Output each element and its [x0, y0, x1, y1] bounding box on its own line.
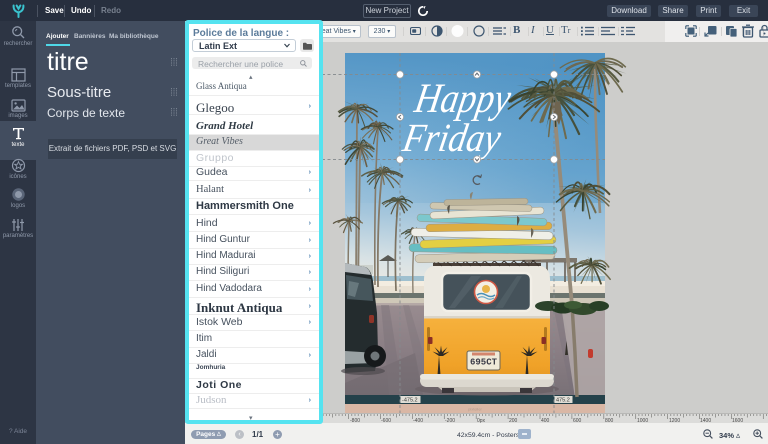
svg-text:Friday: Friday [399, 115, 505, 160]
svg-text:-475.2: -475.2 [402, 398, 418, 404]
svg-text:475.2: 475.2 [556, 398, 570, 404]
svg-text:695CT: 695CT [470, 358, 498, 368]
svg-text:pixteller: pixteller [468, 407, 482, 412]
